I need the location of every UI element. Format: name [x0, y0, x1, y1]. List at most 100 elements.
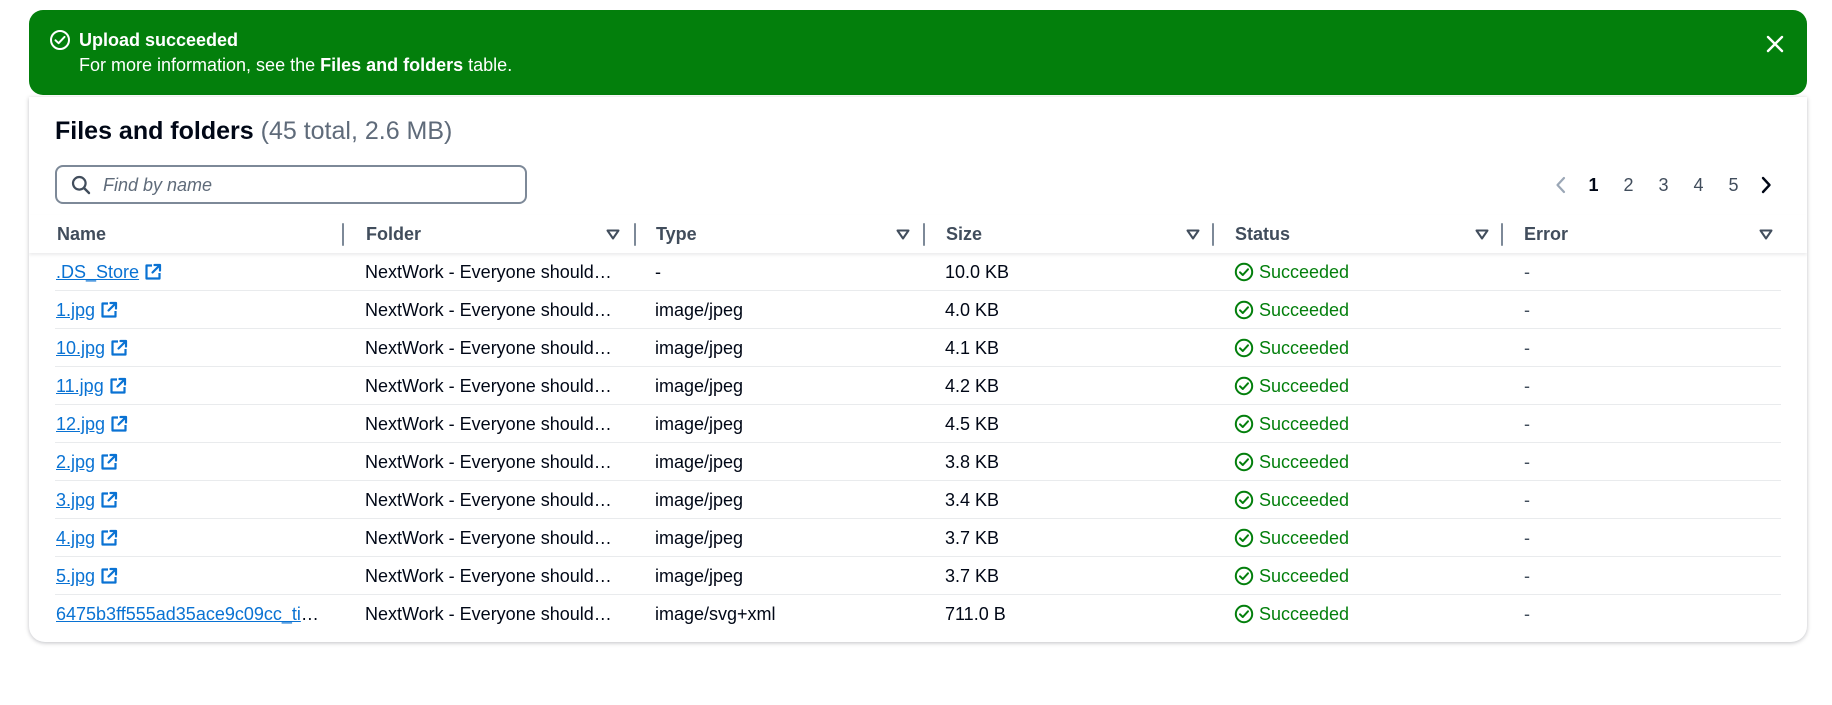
pagination: 1 2 3 4 5 — [1546, 169, 1781, 201]
file-name-link[interactable]: 1.jpg — [56, 300, 95, 320]
column-header-label: Error — [1524, 223, 1569, 244]
folder-cell: NextWork - Everyone should… — [365, 376, 612, 396]
name-cell: .DS_Store — [56, 253, 326, 291]
file-name-link[interactable]: 11.jpg — [56, 376, 104, 396]
column-header-error[interactable]: Error — [1524, 215, 1792, 253]
check-circle-icon — [1234, 566, 1254, 586]
page-2-button[interactable]: 2 — [1611, 169, 1646, 201]
file-name-link[interactable]: 6475b3ff555ad35ace9c09cc_ti… — [56, 604, 319, 624]
external-link-icon[interactable] — [100, 301, 118, 319]
column-header-name[interactable]: Name — [57, 215, 312, 253]
name-cell: 5.jpg — [56, 557, 326, 595]
close-icon[interactable] — [1763, 32, 1787, 56]
external-link-icon[interactable] — [100, 529, 118, 547]
table-row: 1.jpg NextWork - Everyone should… image/… — [29, 291, 1807, 329]
folder-cell: NextWork - Everyone should… — [365, 566, 612, 586]
error-cell: - — [1524, 262, 1530, 282]
table-row: 12.jpg NextWork - Everyone should… image… — [29, 405, 1807, 443]
panel-counter: (45 total, 2.6 MB) — [260, 117, 453, 145]
table-row: 2.jpg NextWork - Everyone should… image/… — [29, 443, 1807, 481]
folder-cell: NextWork - Everyone should… — [365, 414, 612, 434]
external-link-icon[interactable] — [324, 605, 326, 623]
size-cell: 3.4 KB — [945, 490, 1000, 510]
external-link-icon[interactable] — [109, 377, 127, 395]
page-1-button[interactable]: 1 — [1576, 169, 1611, 201]
type-cell: image/jpeg — [655, 300, 744, 320]
column-resizer[interactable] — [1501, 223, 1503, 246]
name-cell: 10.jpg — [56, 329, 326, 367]
check-circle-icon — [1234, 528, 1254, 548]
size-cell: 3.7 KB — [945, 566, 1000, 586]
type-cell: image/jpeg — [655, 414, 744, 434]
file-name-link[interactable]: 4.jpg — [56, 528, 95, 548]
external-link-icon[interactable] — [110, 339, 128, 357]
type-cell: image/jpeg — [655, 338, 744, 358]
status-cell: Succeeded — [1234, 253, 1494, 291]
upload-success-flash: Upload succeeded For more information, s… — [29, 10, 1807, 95]
type-cell: image/jpeg — [655, 528, 744, 548]
check-circle-icon — [1234, 452, 1254, 472]
column-resizer[interactable] — [634, 223, 636, 246]
error-cell: - — [1524, 414, 1530, 434]
search-input[interactable] — [101, 171, 515, 200]
name-cell: 4.jpg — [56, 519, 326, 557]
size-cell: 3.7 KB — [945, 528, 1000, 548]
external-link-icon[interactable] — [110, 415, 128, 433]
check-circle-icon — [1234, 604, 1254, 624]
error-cell: - — [1524, 566, 1530, 586]
name-cell: 12.jpg — [56, 405, 326, 443]
size-cell: 4.5 KB — [945, 414, 1000, 434]
table-row: 10.jpg NextWork - Everyone should… image… — [29, 329, 1807, 367]
file-name-link[interactable]: 3.jpg — [56, 490, 95, 510]
external-link-icon[interactable] — [100, 567, 118, 585]
external-link-icon[interactable] — [144, 263, 162, 281]
type-cell: image/jpeg — [655, 490, 744, 510]
file-name-link[interactable]: 2.jpg — [56, 452, 95, 472]
external-link-icon[interactable] — [100, 453, 118, 471]
status-cell: Succeeded — [1234, 291, 1494, 329]
size-cell: 10.0 KB — [945, 262, 1010, 282]
column-header-size[interactable]: Size — [946, 215, 1214, 253]
status-label: Succeeded — [1259, 490, 1350, 510]
column-header-status[interactable]: Status — [1235, 215, 1503, 253]
status-cell: Succeeded — [1234, 405, 1494, 443]
sort-icon — [1475, 229, 1489, 240]
file-name-link[interactable]: .DS_Store — [56, 262, 139, 282]
error-cell: - — [1524, 338, 1530, 358]
table-row: 6475b3ff555ad35ace9c09cc_ti… NextWork - … — [29, 595, 1807, 633]
column-header-folder[interactable]: Folder — [366, 215, 634, 253]
page-3-button[interactable]: 3 — [1646, 169, 1681, 201]
column-resizer[interactable] — [342, 223, 344, 246]
sort-icon — [896, 229, 910, 240]
status-cell: Succeeded — [1234, 557, 1494, 595]
previous-page-button[interactable] — [1546, 169, 1576, 201]
table-row: .DS_Store NextWork - Everyone should… - … — [29, 253, 1807, 291]
check-circle-icon — [1234, 376, 1254, 396]
column-resizer[interactable] — [1212, 223, 1214, 246]
check-circle-icon — [1234, 490, 1254, 510]
file-name-link[interactable]: 12.jpg — [56, 414, 105, 434]
page-5-button[interactable]: 5 — [1716, 169, 1751, 201]
table-row: 5.jpg NextWork - Everyone should… image/… — [29, 557, 1807, 595]
check-circle-icon — [1234, 262, 1254, 282]
size-cell: 4.0 KB — [945, 300, 1000, 320]
sort-icon — [1759, 229, 1773, 240]
chevron-left-icon — [1556, 176, 1566, 194]
error-cell: - — [1524, 452, 1530, 472]
flash-message-table-name: Files and folders — [320, 55, 464, 75]
external-link-icon[interactable] — [100, 491, 118, 509]
column-resizer[interactable] — [923, 223, 925, 246]
next-page-button[interactable] — [1751, 169, 1781, 201]
column-header-type[interactable]: Type — [656, 215, 924, 253]
error-cell: - — [1524, 604, 1530, 624]
file-name-link[interactable]: 10.jpg — [56, 338, 105, 358]
folder-cell: NextWork - Everyone should… — [365, 338, 612, 358]
size-cell: 4.2 KB — [945, 376, 1000, 396]
folder-cell: NextWork - Everyone should… — [365, 604, 612, 624]
page-4-button[interactable]: 4 — [1681, 169, 1716, 201]
file-name-link[interactable]: 5.jpg — [56, 566, 95, 586]
name-cell: 1.jpg — [56, 291, 326, 329]
search-field[interactable] — [55, 165, 527, 204]
panel-header: Files and folders (45 total, 2.6 MB) — [55, 115, 452, 147]
size-cell: 4.1 KB — [945, 338, 1000, 358]
